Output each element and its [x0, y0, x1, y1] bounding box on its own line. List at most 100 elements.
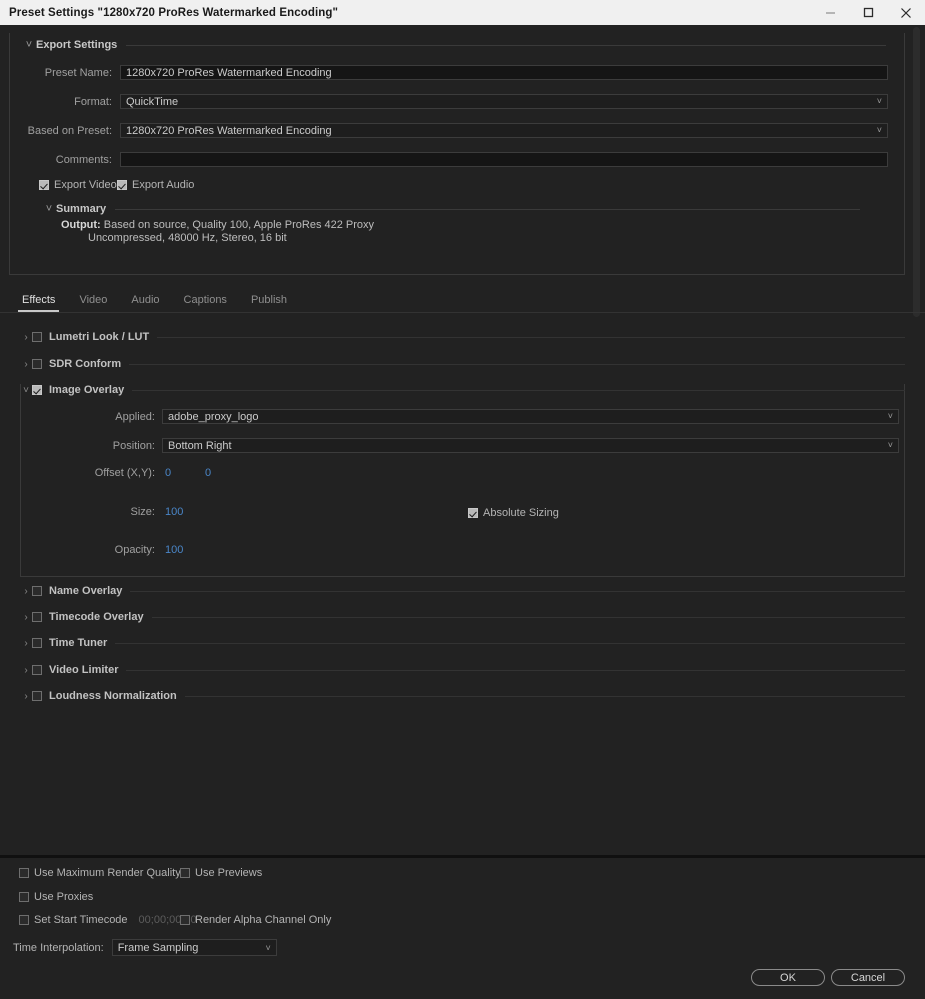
format-dropdown[interactable]: QuickTime ˅ [120, 94, 888, 109]
effect-row-loudness-normalization[interactable]: › Loudness Normalization [20, 689, 905, 703]
maximize-button[interactable] [849, 0, 887, 25]
time-tuner-label: Time Tuner [49, 637, 107, 649]
use-previews-label: Use Previews [195, 867, 262, 879]
loudness-normalization-checkbox[interactable] [32, 691, 42, 701]
offset-y-input[interactable]: 0 [205, 467, 245, 479]
summary-group-header[interactable]: ˅ Summary [42, 203, 902, 215]
summary-title: Summary [56, 203, 106, 215]
use-previews-checkbox[interactable] [180, 868, 190, 878]
chevron-right-icon[interactable]: › [20, 638, 32, 649]
group-header-rule [126, 45, 886, 46]
render-alpha-label: Render Alpha Channel Only [195, 914, 331, 926]
preset-name-row: Preset Name: 1280x720 ProRes Watermarked… [20, 65, 890, 80]
format-row: Format: QuickTime ˅ [20, 94, 890, 109]
chevron-right-icon[interactable]: › [20, 691, 32, 702]
summary-output-label: Output: [61, 219, 101, 231]
export-settings-group-header[interactable]: ˅ Export Settings [22, 39, 902, 51]
set-start-timecode-checkbox[interactable] [19, 915, 29, 925]
chevron-right-icon[interactable]: › [20, 612, 32, 623]
export-audio-label: Export Audio [132, 179, 194, 191]
position-dropdown[interactable]: Bottom Right ˅ [162, 438, 899, 453]
chevron-right-icon[interactable]: › [20, 332, 32, 343]
row-rule [157, 337, 905, 338]
max-render-quality-label: Use Maximum Render Quality [34, 867, 181, 879]
applied-dropdown[interactable]: adobe_proxy_logo ˅ [162, 409, 899, 424]
tab-video[interactable]: Video [67, 288, 119, 312]
comments-input[interactable] [120, 152, 888, 167]
video-limiter-checkbox[interactable] [32, 665, 42, 675]
video-limiter-label: Video Limiter [49, 664, 118, 676]
chevron-right-icon[interactable]: › [20, 586, 32, 597]
row-rule [115, 643, 905, 644]
size-label: Size: [35, 506, 155, 518]
window-controls [811, 0, 925, 25]
image-overlay-checkbox[interactable] [32, 385, 42, 395]
chevron-down-icon[interactable]: ˅ [20, 385, 32, 396]
render-alpha-row[interactable]: Render Alpha Channel Only [180, 914, 331, 926]
ok-button[interactable]: OK [751, 969, 825, 986]
close-button[interactable] [887, 0, 925, 25]
vertical-scrollbar[interactable] [913, 27, 920, 317]
summary-output: Output: Based on source, Quality 100, Ap… [61, 219, 861, 245]
format-value: QuickTime [126, 96, 178, 108]
effect-row-image-overlay[interactable]: ˅ Image Overlay [20, 383, 905, 397]
export-settings-title: Export Settings [36, 39, 117, 51]
effect-row-lumetri[interactable]: › Lumetri Look / LUT [20, 330, 905, 344]
effect-row-timecode-overlay[interactable]: › Timecode Overlay [20, 610, 905, 624]
max-render-quality-row[interactable]: Use Maximum Render Quality [19, 867, 181, 879]
time-interpolation-dropdown[interactable]: Frame Sampling ˅ [112, 939, 277, 956]
effect-row-video-limiter[interactable]: › Video Limiter [20, 663, 905, 677]
absolute-sizing-checkbox[interactable] [468, 508, 478, 518]
render-alpha-checkbox[interactable] [180, 915, 190, 925]
use-proxies-row[interactable]: Use Proxies [19, 891, 93, 903]
opacity-row: Opacity: 100 [35, 544, 215, 556]
effect-row-sdr-conform[interactable]: › SDR Conform [20, 357, 905, 371]
offset-x-input[interactable]: 0 [165, 467, 205, 479]
comments-label: Comments: [20, 154, 112, 166]
preset-name-label: Preset Name: [20, 67, 112, 79]
based-on-preset-dropdown[interactable]: 1280x720 ProRes Watermarked Encoding ˅ [120, 123, 888, 138]
opacity-input[interactable]: 100 [165, 544, 215, 556]
cancel-button[interactable]: Cancel [831, 969, 905, 986]
chevron-right-icon[interactable]: › [20, 359, 32, 370]
timecode-overlay-label: Timecode Overlay [49, 611, 144, 623]
effect-row-time-tuner[interactable]: › Time Tuner [20, 636, 905, 650]
absolute-sizing-row[interactable]: Absolute Sizing [468, 507, 559, 519]
cancel-button-label: Cancel [831, 969, 905, 986]
name-overlay-checkbox[interactable] [32, 586, 42, 596]
lumetri-checkbox[interactable] [32, 332, 42, 342]
image-overlay-label: Image Overlay [49, 384, 124, 396]
row-rule [152, 617, 905, 618]
preset-name-input[interactable]: 1280x720 ProRes Watermarked Encoding [120, 65, 888, 80]
summary-output-line1: Based on source, Quality 100, Apple ProR… [104, 219, 374, 231]
window-title: Preset Settings "1280x720 ProRes Waterma… [0, 7, 338, 19]
applied-row: Applied: adobe_proxy_logo ˅ [35, 409, 899, 424]
tab-effects[interactable]: Effects [10, 288, 67, 312]
window-titlebar: Preset Settings "1280x720 ProRes Waterma… [0, 0, 925, 25]
set-start-timecode-row[interactable]: Set Start Timecode 00;00;00;00 [19, 914, 197, 926]
use-previews-row[interactable]: Use Previews [180, 867, 262, 879]
applied-value: adobe_proxy_logo [168, 411, 259, 423]
name-overlay-label: Name Overlay [49, 585, 122, 597]
row-rule [132, 390, 905, 391]
minimize-button[interactable] [811, 0, 849, 25]
chevron-right-icon[interactable]: › [20, 665, 32, 676]
export-video-checkbox-row[interactable]: Export Video [39, 179, 117, 191]
render-options-bar: Use Maximum Render Quality Use Previews … [0, 858, 925, 999]
minimize-icon [825, 7, 836, 18]
tab-audio[interactable]: Audio [119, 288, 171, 312]
use-proxies-checkbox[interactable] [19, 892, 29, 902]
time-tuner-checkbox[interactable] [32, 638, 42, 648]
max-render-quality-checkbox[interactable] [19, 868, 29, 878]
export-audio-checkbox[interactable] [117, 180, 127, 190]
absolute-sizing-label: Absolute Sizing [483, 507, 559, 519]
chevron-down-icon: ˅ [877, 96, 882, 106]
tab-publish[interactable]: Publish [239, 288, 299, 312]
timecode-overlay-checkbox[interactable] [32, 612, 42, 622]
effect-row-name-overlay[interactable]: › Name Overlay [20, 584, 905, 598]
tab-captions[interactable]: Captions [172, 288, 239, 312]
export-audio-checkbox-row[interactable]: Export Audio [117, 179, 194, 191]
sdr-conform-checkbox[interactable] [32, 359, 42, 369]
size-input[interactable]: 100 [165, 506, 215, 518]
export-video-checkbox[interactable] [39, 180, 49, 190]
